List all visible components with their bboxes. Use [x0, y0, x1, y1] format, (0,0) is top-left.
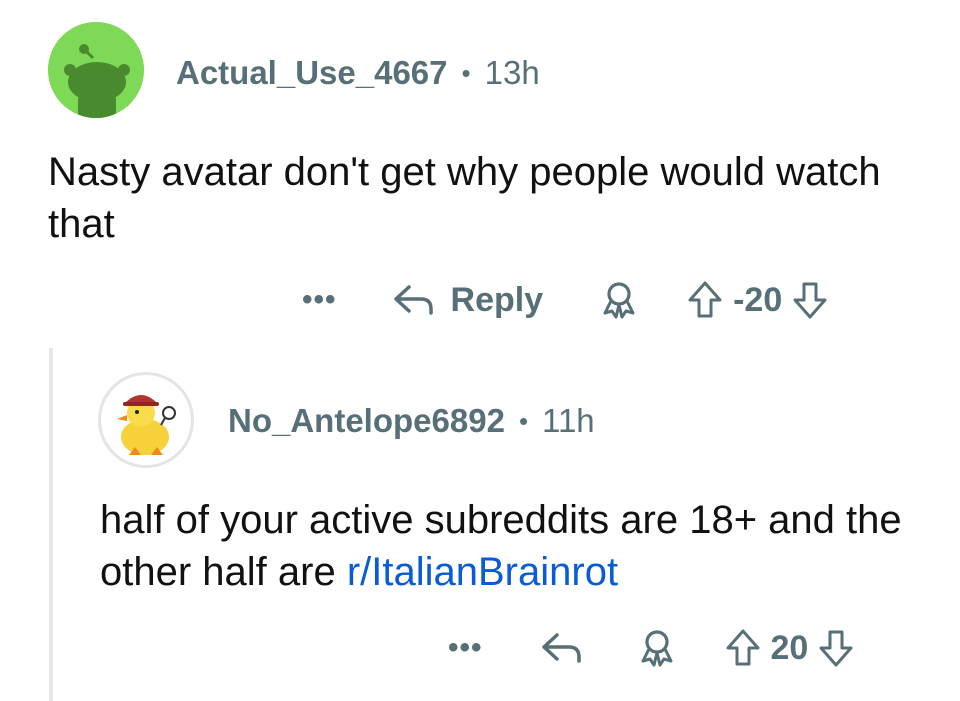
- reply-arrow-icon: [393, 285, 433, 315]
- reply-label: Reply: [450, 280, 544, 319]
- reply-timestamp: 11h: [542, 402, 595, 439]
- comment-timestamp: 13h: [484, 54, 540, 91]
- comment-username[interactable]: Actual_Use_4667: [176, 54, 448, 92]
- comment-actions: ••• Reply -20: [302, 280, 828, 320]
- vote-score: 20: [770, 628, 809, 667]
- snoo-avatar-icon: [48, 22, 144, 118]
- reply-arrow-icon: [541, 633, 581, 663]
- upvote-button[interactable]: [687, 280, 723, 320]
- reply-actions: ••• 20: [448, 628, 854, 668]
- downvote-arrow-icon: [819, 630, 853, 667]
- reply-button[interactable]: Reply: [391, 280, 544, 320]
- reply-button[interactable]: [539, 630, 585, 666]
- award-button[interactable]: [599, 280, 639, 320]
- duck-avatar-icon: [117, 395, 176, 455]
- downvote-arrow-icon: [793, 282, 827, 319]
- more-options-button[interactable]: •••: [448, 631, 483, 665]
- reply-meta: No_Antelope6892 • 11h: [228, 402, 595, 440]
- reply-username[interactable]: No_Antelope6892: [228, 402, 505, 440]
- more-options-button[interactable]: •••: [302, 283, 337, 317]
- award-icon: [603, 282, 635, 319]
- meta-separator: •: [518, 405, 529, 436]
- award-icon: [641, 630, 673, 667]
- user-avatar[interactable]: [48, 22, 144, 118]
- comment-meta: Actual_Use_4667 • 13h: [176, 54, 540, 92]
- upvote-arrow-icon: [726, 629, 760, 666]
- reply-user-avatar[interactable]: [98, 372, 194, 468]
- award-button[interactable]: [637, 628, 677, 668]
- downvote-button[interactable]: [792, 280, 828, 320]
- downvote-button[interactable]: [818, 628, 854, 668]
- subreddit-link[interactable]: r/ItalianBrainrot: [347, 550, 618, 594]
- upvote-arrow-icon: [688, 281, 722, 318]
- reply-body: half of your active subreddits are 18+ a…: [100, 494, 920, 598]
- comment-body: Nasty avatar don't get why people would …: [48, 150, 881, 246]
- upvote-button[interactable]: [725, 628, 761, 668]
- meta-separator: •: [461, 57, 471, 88]
- vote-score: -20: [733, 280, 783, 319]
- thread-line[interactable]: [49, 348, 53, 701]
